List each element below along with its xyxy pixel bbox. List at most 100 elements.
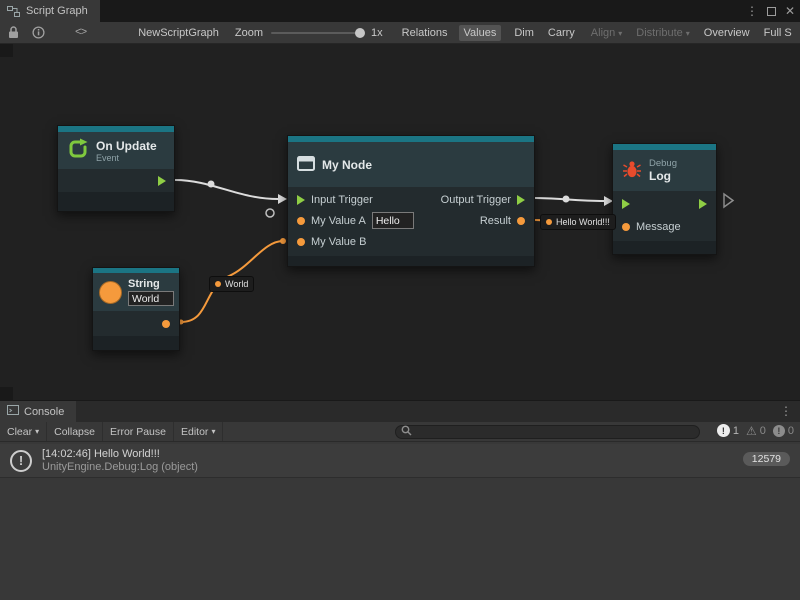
value-dot-icon: [215, 281, 221, 287]
loop-event-icon: [67, 138, 89, 163]
error-pause-button[interactable]: Error Pause: [103, 422, 174, 441]
wire-value-badge-world: World: [209, 276, 254, 292]
dim-button[interactable]: Dim: [509, 25, 539, 41]
continue-arrow-icon: [724, 194, 733, 207]
console-icon: [7, 405, 19, 418]
node-debug-log[interactable]: Debug Log Message: [612, 143, 717, 255]
input-trigger-port[interactable]: [297, 195, 305, 205]
my-value-a-input[interactable]: [372, 212, 414, 229]
graph-canvas[interactable]: On Update Event My Node: [0, 44, 800, 400]
node-title: On Update: [96, 139, 157, 153]
node-footer: [613, 241, 716, 254]
console-menu-icon[interactable]: ⋮: [780, 404, 792, 418]
console-search-field[interactable]: [395, 425, 700, 439]
output-trigger-label: Output Trigger: [441, 194, 511, 206]
search-icon: [401, 425, 412, 439]
info-icon[interactable]: [32, 26, 45, 39]
edit-script-icon[interactable]: <>: [75, 27, 86, 39]
node-on-update[interactable]: On Update Event: [57, 125, 175, 212]
relations-button[interactable]: Relations: [397, 25, 453, 41]
wire-flow-onupdate-to-mynode[interactable]: [175, 180, 278, 199]
tab-title: Script Graph: [26, 5, 88, 17]
wire-value-text: Hello World!!!: [556, 217, 610, 227]
script-graph-icon: [7, 6, 20, 17]
console-log-entry[interactable]: ! [14:02:46] Hello World!!! UnityEngine.…: [0, 444, 800, 478]
values-button[interactable]: Values: [459, 25, 502, 41]
wire-dot: [208, 181, 215, 188]
distribute-dropdown[interactable]: Distribute: [631, 25, 694, 41]
node-footer: [288, 256, 534, 266]
warning-icon: ⚠: [746, 425, 757, 437]
error-icon: [773, 425, 785, 437]
node-category: Debug: [649, 158, 677, 169]
lock-icon[interactable]: [8, 26, 19, 39]
console-toolbar: Clear Collapse Error Pause Editor ! 1 ⚠ …: [0, 422, 800, 442]
collapse-button[interactable]: Collapse: [47, 422, 103, 441]
log-message-icon: !: [717, 424, 730, 437]
result-port[interactable]: [517, 217, 525, 225]
maximize-icon[interactable]: [767, 7, 776, 16]
output-trigger-port[interactable]: [158, 176, 166, 186]
log-count: 1: [733, 425, 739, 437]
string-type-icon: [99, 281, 122, 304]
fullscreen-button[interactable]: Full S: [759, 25, 797, 41]
input-trigger-port[interactable]: [622, 199, 630, 209]
string-literal-input[interactable]: [128, 291, 174, 306]
tab-console[interactable]: Console: [0, 401, 76, 422]
log-info-icon: !: [10, 450, 32, 472]
output-trigger-port[interactable]: [517, 195, 525, 205]
wire-dot: [563, 196, 570, 203]
node-title: My Node: [322, 158, 372, 172]
editor-dropdown[interactable]: Editor: [174, 422, 223, 441]
zoom-value: 1x: [371, 27, 383, 39]
error-count: 0: [788, 425, 794, 437]
console-log-area: [0, 479, 800, 600]
value-dot-icon: [546, 219, 552, 225]
node-string-literal[interactable]: String: [92, 267, 180, 351]
unconnected-port-indicator: [266, 209, 274, 217]
my-value-b-port[interactable]: [297, 238, 305, 246]
unit-node-icon: [297, 156, 315, 174]
wire-arrowhead: [278, 194, 287, 204]
error-count-toggle[interactable]: 0: [773, 425, 794, 437]
align-dropdown[interactable]: Align: [586, 25, 627, 41]
zoom-label: Zoom: [235, 27, 263, 39]
log-count-toggle[interactable]: ! 1: [717, 424, 739, 437]
message-port[interactable]: [622, 223, 630, 231]
wire-value-text: World: [225, 279, 248, 289]
node-title: String: [128, 278, 174, 290]
warning-count-toggle[interactable]: ⚠ 0: [746, 425, 766, 437]
console-tab-strip: Console ⋮: [0, 401, 800, 422]
node-footer: [93, 336, 179, 350]
tab-script-graph[interactable]: Script Graph: [0, 0, 100, 22]
wire-flow-mynode-to-debug[interactable]: [535, 198, 604, 201]
graph-toolbar: <> NewScriptGraph Zoom 1x Relations Valu…: [0, 22, 800, 44]
zoom-slider-thumb[interactable]: [355, 28, 365, 38]
input-trigger-label: Input Trigger: [311, 194, 373, 206]
zoom-slider[interactable]: [271, 32, 363, 34]
console-tab-title: Console: [24, 406, 64, 418]
wire-endpoint-dot: [280, 238, 286, 244]
console-search-input[interactable]: [416, 427, 694, 438]
string-output-port[interactable]: [162, 320, 170, 328]
node-footer: [58, 192, 174, 211]
bug-icon: [622, 159, 642, 182]
warning-count: 0: [760, 425, 766, 437]
message-label: Message: [636, 221, 681, 233]
clear-button[interactable]: Clear: [0, 422, 47, 441]
log-entry-stacktrace: UnityEngine.Debug:Log (object): [42, 461, 198, 473]
carry-button[interactable]: Carry: [543, 25, 580, 41]
unity-editor-window: Script Graph ⋮ ✕ <> NewScriptGraph Zoom …: [0, 0, 800, 600]
window-menu-icon[interactable]: ⋮: [746, 4, 758, 18]
output-trigger-port[interactable]: [699, 199, 707, 209]
node-my-node[interactable]: My Node Input Trigger Output Trigger: [287, 135, 535, 267]
result-label: Result: [480, 215, 511, 227]
close-icon[interactable]: ✕: [785, 4, 795, 18]
node-title: Log: [649, 169, 677, 183]
my-value-b-label: My Value B: [311, 236, 366, 248]
wire-value-badge-helloworld: Hello World!!!: [540, 214, 616, 230]
my-value-a-port[interactable]: [297, 217, 305, 225]
collapse-count-badge: 12579: [743, 452, 790, 466]
overview-button[interactable]: Overview: [699, 25, 755, 41]
console-panel: Console ⋮ Clear Collapse Error Pause Edi…: [0, 400, 800, 600]
